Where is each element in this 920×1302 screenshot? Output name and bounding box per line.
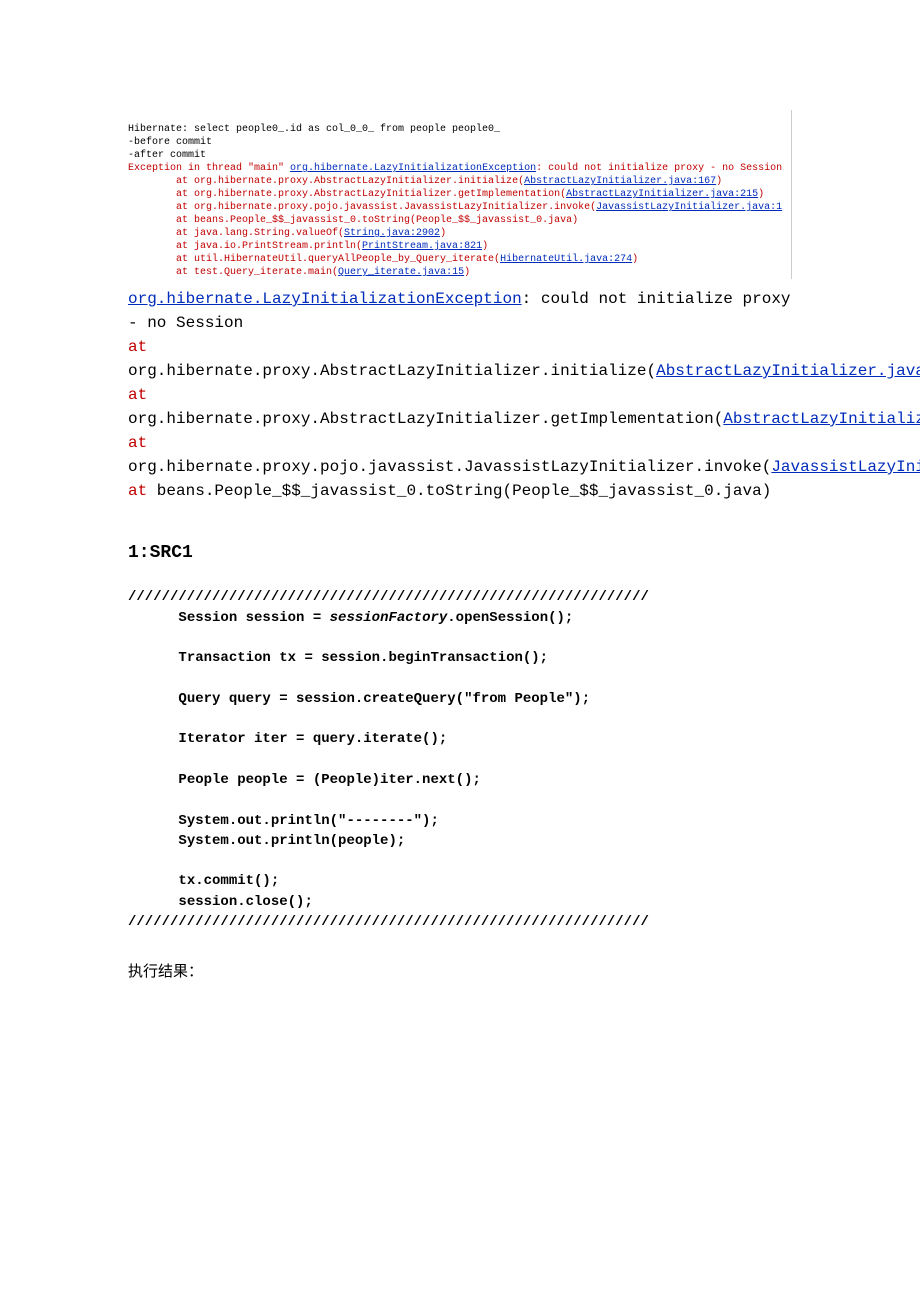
code-line: tx.commit(); [128,873,279,889]
console-line: ) [716,176,722,187]
exception-link[interactable]: org.hibernate.LazyInitializationExceptio… [290,163,536,174]
code-line: System.out.println(people); [128,833,405,849]
source-link[interactable]: Query_iterate.java:15 [338,267,464,278]
stack-at: at [128,386,147,404]
source-code: ////////////////////////////////////////… [128,567,792,932]
console-line: : could not initialize proxy - no Sessio… [536,163,782,174]
stack-at: at [128,434,147,452]
console-line: at util.HibernateUtil.queryAllPeople_by_… [128,254,500,265]
code-divider: ////////////////////////////////////////… [128,589,649,605]
code-line: .openSession(); [447,610,573,626]
console-line: Hibernate: select people0_.id as col_0_0… [128,124,500,135]
console-line: at java.lang.String.valueOf( [128,228,344,239]
section-heading: 1:SRC1 [128,543,792,563]
source-link[interactable]: HibernateUtil.java:274 [500,254,632,265]
console-line: at test.Query_iterate.main( [128,267,338,278]
console-line: at org.hibernate.proxy.AbstractLazyIniti… [128,176,524,187]
code-line: Iterator iter = query.iterate(); [128,731,447,747]
console-line: ) [482,241,488,252]
code-identifier: sessionFactory [330,610,448,626]
code-line: Query query = session.createQuery("from … [128,691,590,707]
console-line: ) [758,189,764,200]
console-line: ) [440,228,446,239]
stack-at: at [128,338,147,356]
code-line: People people = (People)iter.next(); [128,772,481,788]
code-line: session.close(); [128,894,313,910]
code-line: System.out.println("--------"); [128,813,439,829]
stack-at: at [128,482,147,500]
console-line: at java.io.PrintStream.println( [128,241,362,252]
console-line: at beans.People_$$_javassist_0.toString(… [128,215,578,226]
source-link[interactable]: JavassistLazyInitializer.java:1 [596,202,782,213]
source-link[interactable]: String.java:2902 [344,228,440,239]
source-link[interactable]: AbstractLazyInitializer.java:215 [566,189,758,200]
console-line: ) [464,267,470,278]
console-line: Exception in thread "main" [128,163,290,174]
code-line: Transaction tx = session.beginTransactio… [128,650,548,666]
source-link[interactable]: AbstractLazyInitializer.java:215 [723,410,920,428]
page-body: Hibernate: select people0_.id as col_0_0… [0,0,920,1021]
console-line: ) [632,254,638,265]
stack-text: org.hibernate.proxy.AbstractLazyInitiali… [128,410,723,428]
stack-text: org.hibernate.proxy.AbstractLazyInitiali… [128,362,656,380]
stack-text: beans.People_$$_javassist_0.toString(Peo… [147,482,771,500]
console-line: -before commit [128,137,212,148]
exception-link[interactable]: org.hibernate.LazyInitializationExceptio… [128,290,522,308]
source-link[interactable]: AbstractLazyInitializer.java:167 [656,362,920,380]
console-line: at org.hibernate.proxy.pojo.javassist.Ja… [128,202,596,213]
code-line: Session session = [128,610,330,626]
source-link[interactable]: AbstractLazyInitializer.java:167 [524,176,716,187]
console-line: at org.hibernate.proxy.AbstractLazyIniti… [128,189,566,200]
code-divider: ////////////////////////////////////////… [128,914,649,930]
stacktrace-text: org.hibernate.LazyInitializationExceptio… [128,287,792,503]
console-line: -after commit [128,150,206,161]
source-link[interactable]: PrintStream.java:821 [362,241,482,252]
stack-text: org.hibernate.proxy.pojo.javassist.Javas… [128,458,771,476]
console-output: Hibernate: select people0_.id as col_0_0… [128,110,792,279]
source-link[interactable]: JavassistLazyInitializer.java:190 [771,458,920,476]
result-label: 执行结果： [128,960,792,981]
